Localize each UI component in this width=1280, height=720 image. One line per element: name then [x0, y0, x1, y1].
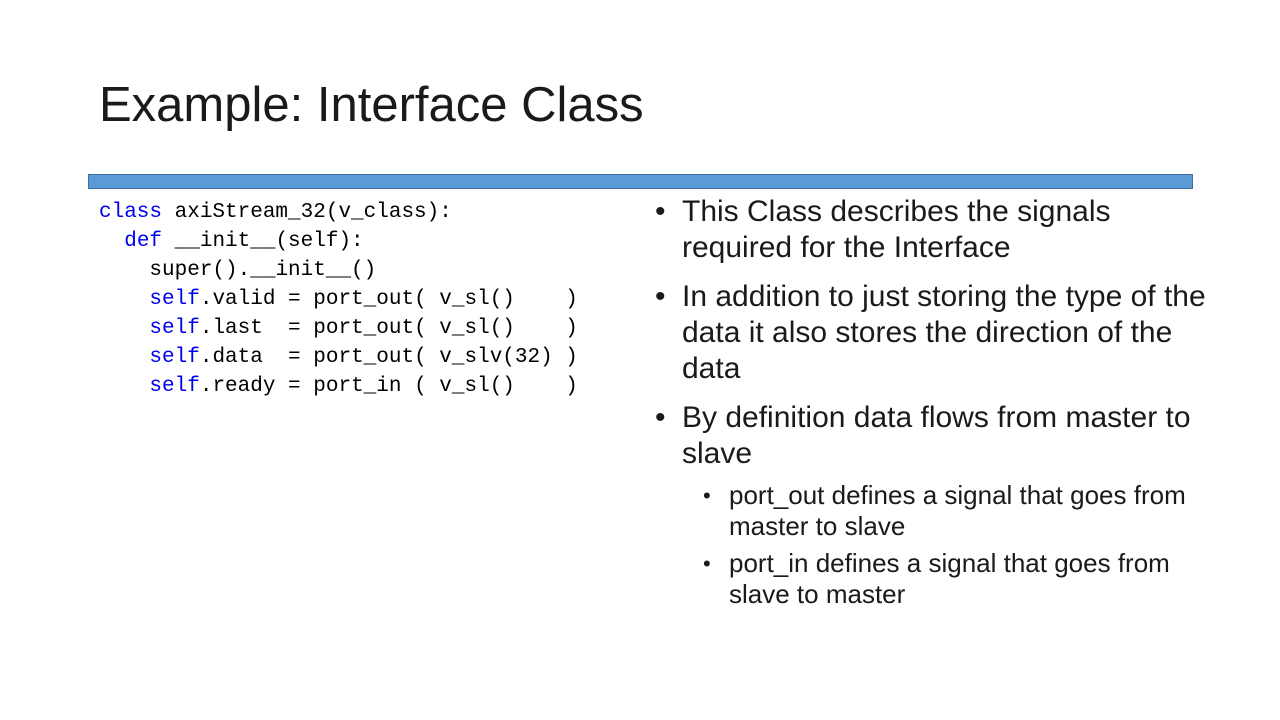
code-keyword: def: [124, 230, 163, 253]
slide-title: Example: Interface Class: [99, 78, 644, 132]
code-keyword: class: [99, 201, 163, 224]
code-line: self.ready = port_in ( v_sl() ): [149, 375, 578, 398]
bullet-item: • This Class describes the signals requi…: [655, 194, 1215, 266]
code-keyword: self: [149, 288, 200, 311]
bullet-dot-icon: •: [655, 401, 666, 434]
bullet-item: • In addition to just storing the type o…: [655, 279, 1215, 387]
code-line: self.valid = port_out( v_sl() ): [149, 288, 578, 311]
bullet-dot-icon: •: [703, 483, 711, 508]
code-line: self.data = port_out( v_slv(32) ): [149, 346, 578, 369]
code-line: super().__init__(): [149, 259, 377, 282]
bullet-text: In addition to just storing the type of …: [682, 280, 1206, 385]
code-line: class axiStream_32(v_class):: [99, 201, 452, 224]
title-accent-bar: [88, 174, 1193, 189]
bullet-dot-icon: •: [655, 280, 666, 313]
bullet-text: This Class describes the signals require…: [682, 195, 1111, 264]
code-keyword: self: [149, 375, 200, 398]
code-line: def __init__(self):: [124, 230, 364, 253]
code-keyword: self: [149, 346, 200, 369]
bullet-item: • By definition data flows from master t…: [655, 400, 1215, 610]
sub-bullet-text: port_out defines a signal that goes from…: [729, 480, 1186, 541]
bullet-text: By definition data flows from master to …: [682, 401, 1191, 470]
code-keyword: self: [149, 317, 200, 340]
sub-bullet-item: • port_in defines a signal that goes fro…: [703, 548, 1215, 610]
code-block: class axiStream_32(v_class): def __init_…: [99, 198, 578, 401]
bullet-list: • This Class describes the signals requi…: [655, 194, 1215, 623]
bullet-dot-icon: •: [655, 195, 666, 228]
sub-bullet-list: • port_out defines a signal that goes fr…: [682, 480, 1215, 610]
bullet-dot-icon: •: [703, 551, 711, 576]
sub-bullet-item: • port_out defines a signal that goes fr…: [703, 480, 1215, 542]
sub-bullet-text: port_in defines a signal that goes from …: [729, 548, 1170, 609]
code-line: self.last = port_out( v_sl() ): [149, 317, 578, 340]
